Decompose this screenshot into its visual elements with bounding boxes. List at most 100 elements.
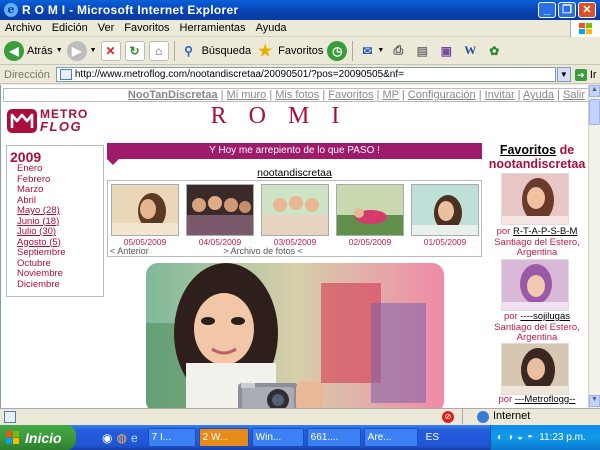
mail-button[interactable]: ✉ ▼ [357,39,384,63]
start-label: Inicio [25,429,62,446]
month-link[interactable]: Mayo (28) [10,205,103,217]
page-icon [59,69,72,80]
close-button[interactable]: ✕ [578,2,596,18]
main-photo [146,263,444,408]
strip-nav: < Anterior > Archivo de fotos < [110,246,303,256]
refresh-button[interactable]: ↻ [124,39,145,63]
tray-icon[interactable]: ◒ [517,432,523,443]
previous-link[interactable]: < Anterior [110,246,149,256]
menu-edicion[interactable]: Edición [47,22,93,34]
taskbar-button[interactable]: 661.... [306,428,361,447]
stop-icon: ✕ [100,40,121,61]
menu-archivo[interactable]: Archivo [0,22,47,34]
favorite-photo[interactable] [501,173,569,225]
username-link[interactable]: nootandiscretaa [107,167,482,179]
thumbnail[interactable] [111,184,179,236]
minimize-button[interactable]: _ [538,2,556,18]
menu-ver[interactable]: Ver [93,22,120,34]
word-icon: W [464,43,477,57]
scroll-up-button[interactable]: ▲ [589,85,600,97]
search-label: Búsqueda [201,44,252,57]
thumbnail[interactable] [336,184,404,236]
back-button[interactable]: ◀ Atrás ▼ [4,39,63,63]
taskbar-button-label: Win... [255,432,282,443]
favorite-user-link[interactable]: ---Metroflogg-- [515,394,576,405]
month-link: Diciembre [17,278,60,290]
taskbar: Inicio ◉ ◍ e 7 I... 2 W... Win... 661...… [0,425,600,450]
archive-year: 2009 [10,149,42,165]
menu-favoritos[interactable]: Favoritos [119,22,174,34]
clock[interactable]: 11:23 p.m. [539,432,586,443]
photo-archive-link[interactable]: > Archivo de fotos < [223,246,303,256]
nav-salir[interactable]: Salir [563,89,585,101]
chevron-down-icon: ▼ [89,47,97,54]
history-button[interactable]: ◷ [327,39,348,63]
nav-configuracion[interactable]: Configuración [408,89,476,101]
go-arrow-icon: ➔ [574,68,587,81]
nav-mis-fotos[interactable]: Mis fotos [275,89,319,101]
thumbnail[interactable] [186,184,254,236]
toolbar-separator [352,40,354,61]
favorite-user-link[interactable]: R-T-A-P-S-B-M [513,226,577,237]
nav-ayuda[interactable]: Ayuda [523,89,554,101]
start-button[interactable]: Inicio [0,425,76,450]
edit-icon: ▤ [416,43,428,58]
thumbnail[interactable] [261,184,329,236]
metroflog-logo[interactable]: METRO FLOG [7,107,102,137]
home-button[interactable]: ⌂ [148,39,169,63]
taskbar-button[interactable]: Win... [251,428,304,447]
blocked-icon[interactable]: ⊘ [442,411,454,423]
logo-text-bottom: FLOG [40,119,83,134]
stop-button[interactable]: ✕ [100,39,121,63]
edit-button[interactable]: ▤ [412,39,432,63]
ie-quick-icon[interactable]: e [131,431,138,445]
word-button[interactable]: W [460,39,480,63]
tray-icon[interactable]: ◐ [497,432,503,443]
favorites-button[interactable]: ★ Favoritos [255,39,323,63]
favorite-photo[interactable] [501,343,569,395]
firefox-icon[interactable]: ◍ [116,431,126,445]
address-field[interactable]: http://www.metroflog.com/nootandiscretaa… [55,67,556,82]
back-arrow-icon: ◀ [4,40,24,61]
quick-launch-icon[interactable]: ◉ [102,431,112,445]
favorite-location: Santiago del Estero, Argentina [494,321,580,343]
scroll-thumb[interactable] [589,99,600,125]
back-label: Atrás [27,44,53,57]
address-url: http://www.metroflog.com/nootandiscretaa… [74,69,404,80]
nav-mp[interactable]: MP [383,89,399,101]
research-icon: ▣ [440,43,452,58]
taskbar-button[interactable]: Are... [363,428,418,447]
taskbar-button[interactable]: 2 W... [198,428,249,447]
nav-favoritos[interactable]: Favoritos [328,89,373,101]
mail-icon: ✉ [362,43,373,58]
print-button[interactable]: ⎙ [388,39,408,63]
photo-caption: Y Hoy me arrepiento de lo que PASO ! [209,145,380,156]
menu-ayuda[interactable]: Ayuda [251,22,292,34]
month-link[interactable]: Julio (30) [10,226,103,238]
nav-profile[interactable]: NooTanDiscretaa [128,89,218,101]
messenger-button[interactable]: ✿ [484,39,504,63]
go-button[interactable]: ➔ Ir [574,68,597,81]
nav-invitar[interactable]: Invitar [485,89,515,101]
maximize-button[interactable]: ❐ [558,2,576,18]
title-bar: e R O M I - Microsoft Internet Explorer … [0,0,600,20]
scroll-down-button[interactable]: ▼ [589,395,600,407]
vertical-scrollbar[interactable]: ▲ ▼ [588,85,600,408]
language-indicator[interactable]: ES [426,432,439,443]
favorite-user-link[interactable]: ----sojilugas [520,311,570,322]
tray-icon[interactable]: ◓ [527,432,533,443]
forward-button[interactable]: ▶ ▼ [66,39,97,63]
search-button[interactable]: ⚲ Búsqueda [179,39,252,63]
discuss-button[interactable]: ▣ [436,39,456,63]
ie-icon: e [4,3,18,17]
tray-icon[interactable]: ◑ [507,432,513,443]
favorites-title-link[interactable]: Favoritos [500,143,556,157]
thumbnail[interactable] [411,184,479,236]
taskbar-button[interactable]: 7 I... [147,428,196,447]
favorite-photo[interactable] [501,259,569,311]
taskbar-button-label: Are... [367,432,392,443]
menu-herramientas[interactable]: Herramientas [175,22,251,34]
address-dropdown[interactable]: ▼ [556,67,571,82]
page-icon [4,410,16,423]
nav-mi-muro[interactable]: Mi muro [227,89,267,101]
